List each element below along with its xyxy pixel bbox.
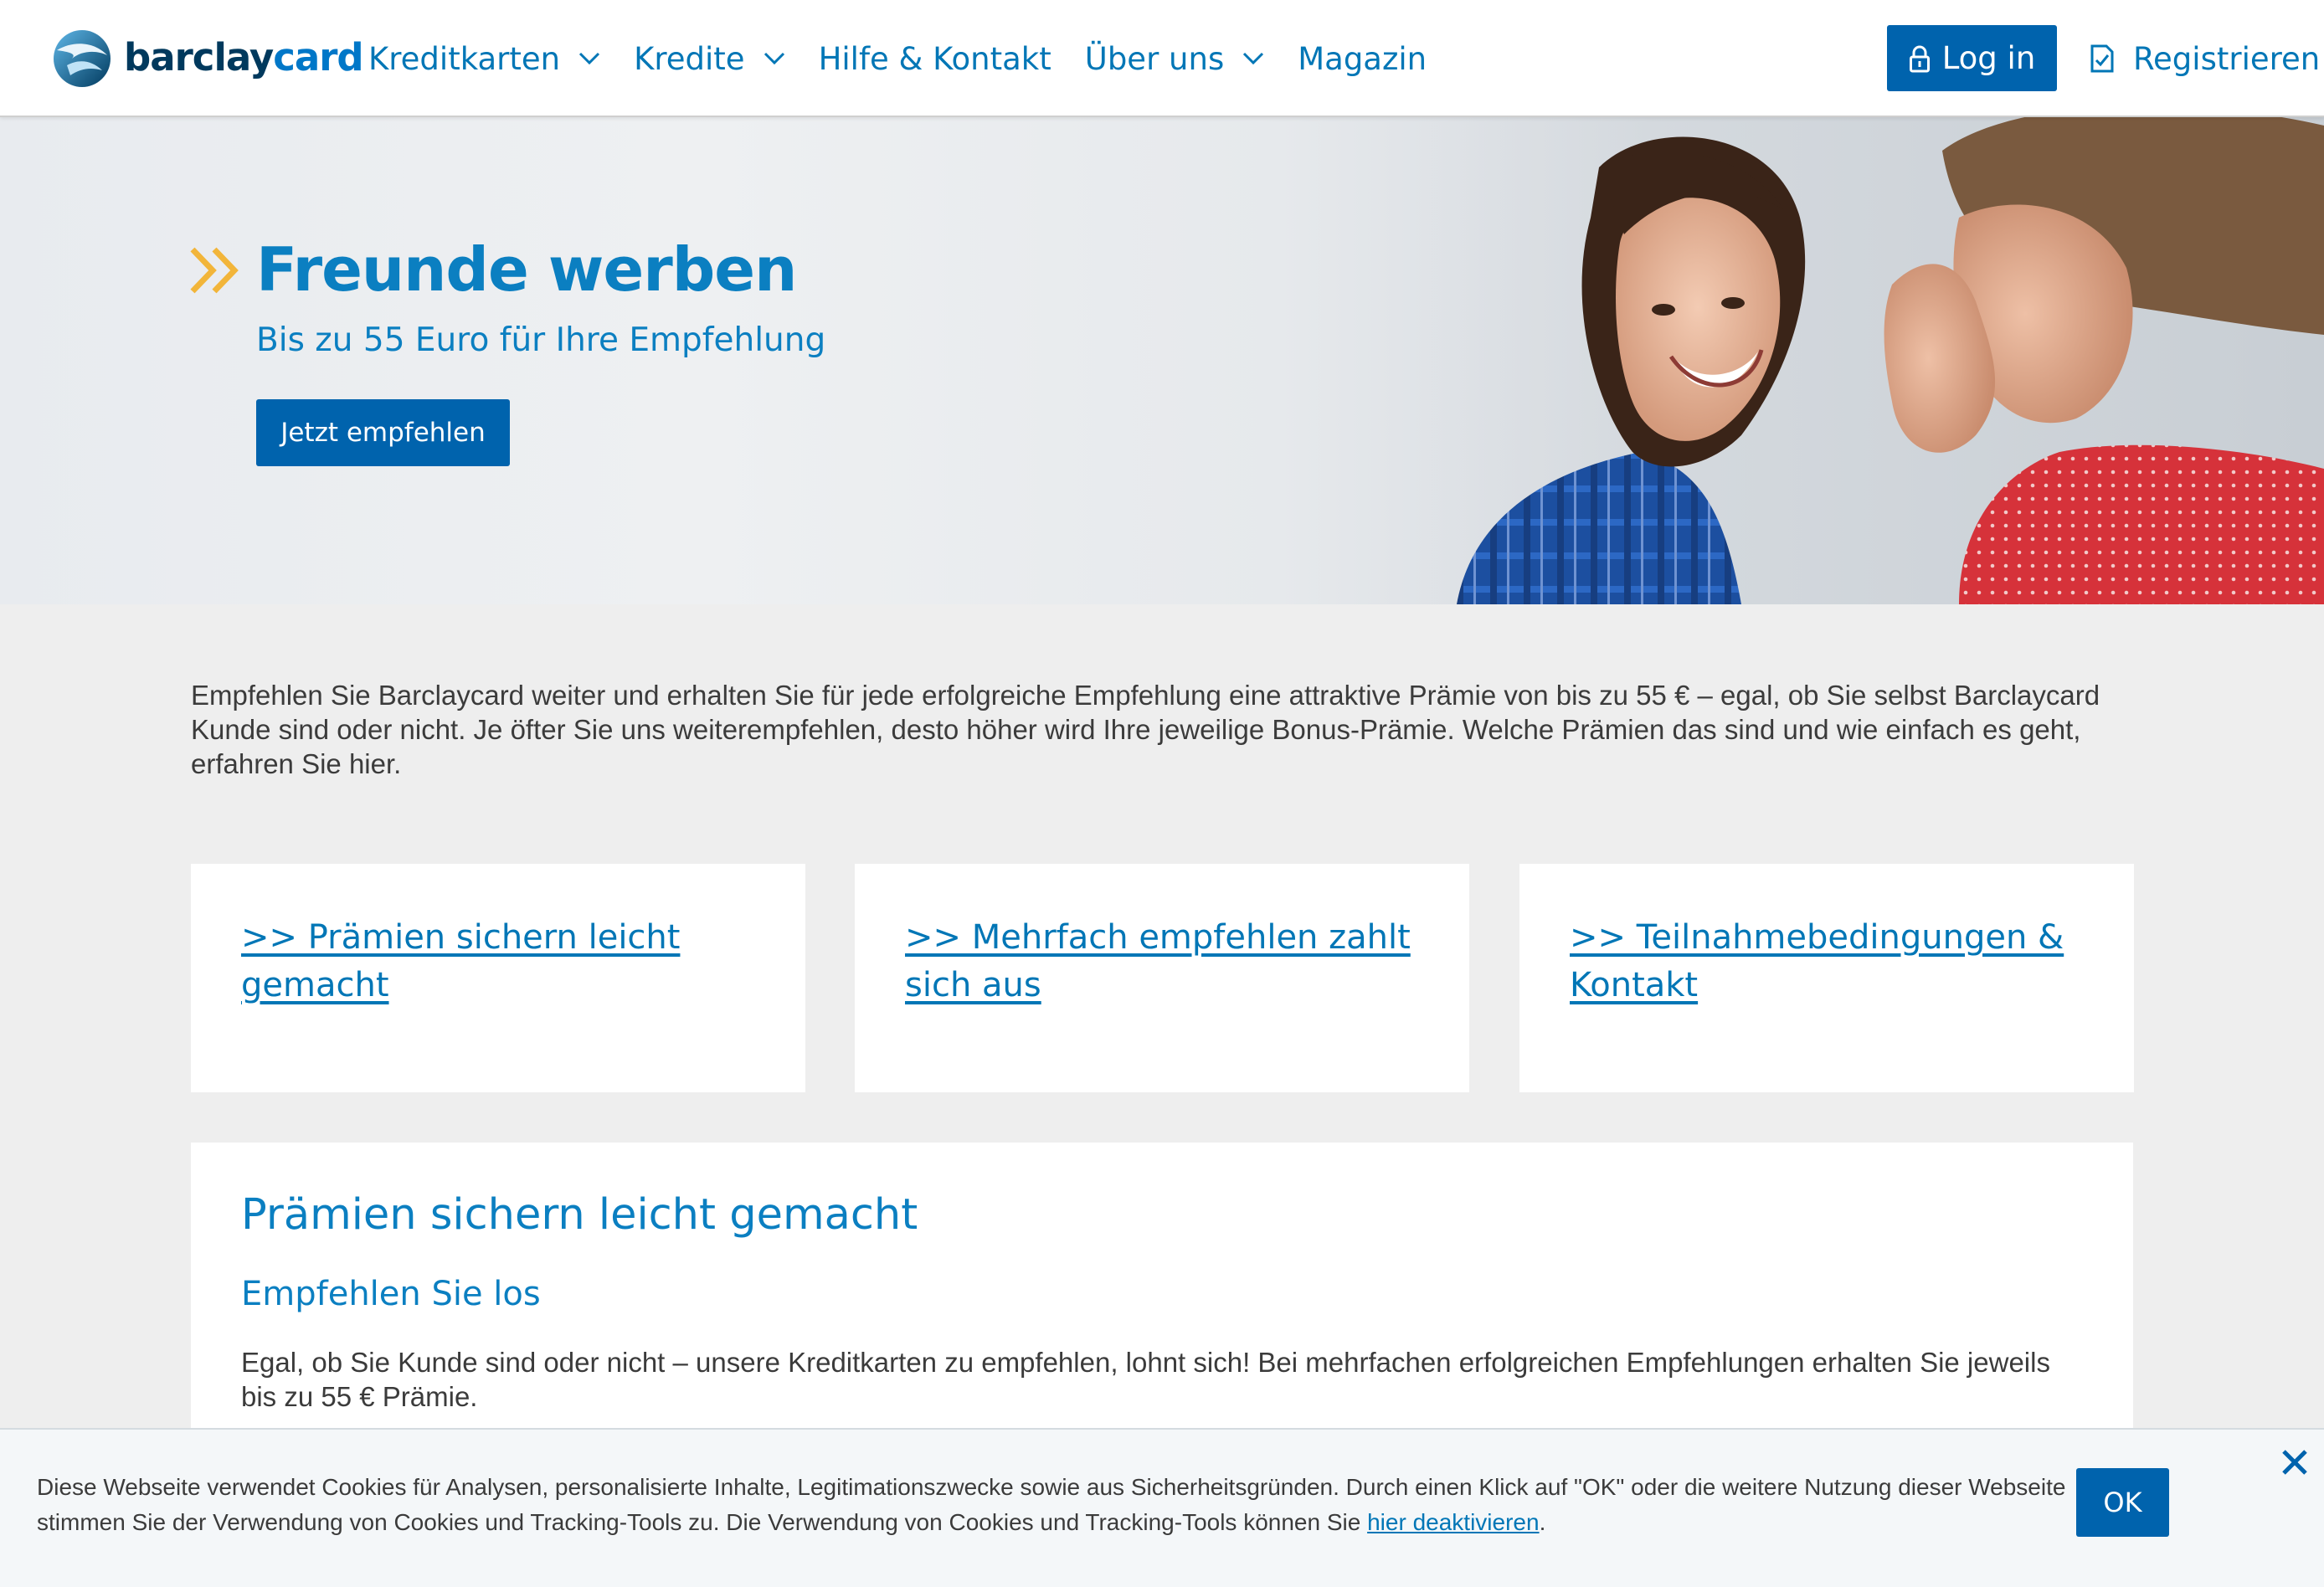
link-card-teilnahme: >> Teilnahmebedingungen & Kontakt (1519, 864, 2134, 1092)
login-button-label: Log in (1941, 40, 2036, 76)
logo-wordmark: barclaycard (124, 34, 364, 80)
main-nav: Kreditkarten Kredite Hilfe & Kontakt Übe… (368, 33, 1460, 84)
hero-banner: Freunde werben Bis zu 55 Euro für Ihre E… (0, 117, 2324, 604)
mehrfach-empfehlen-link[interactable]: >> Mehrfach empfehlen zahlt sich aus (905, 918, 1411, 1004)
section-title: Prämien sichern leicht gemacht (241, 1190, 918, 1240)
close-icon[interactable] (2280, 1448, 2309, 1477)
login-button[interactable]: Log in (1887, 25, 2057, 91)
teilnahmebedingungen-link[interactable]: >> Teilnahmebedingungen & Kontakt (1570, 918, 2064, 1004)
double-chevron-right-icon (190, 247, 239, 294)
cookie-deactivate-link[interactable]: hier deaktivieren (1367, 1509, 1539, 1535)
cookie-ok-button[interactable]: OK (2076, 1468, 2169, 1537)
nav-item-label: Magazin (1298, 40, 1427, 77)
register-label: Registrieren (2133, 40, 2321, 77)
cookie-banner: Diese Webseite verwendet Cookies für Ana… (0, 1428, 2324, 1587)
hero-subtitle: Bis zu 55 Euro für Ihre Empfehlung (256, 321, 826, 359)
praemien-sichern-link[interactable]: >> Prämien sichern leicht gemacht (241, 918, 680, 1004)
site-header: barclaycard Kreditkarten Kredite Hilfe &… (0, 0, 2324, 117)
hero-photo (1423, 117, 2324, 604)
nav-item-hilfe-kontakt[interactable]: Hilfe & Kontakt (819, 41, 1051, 77)
document-check-icon (2090, 44, 2114, 73)
lock-icon (1909, 45, 1930, 72)
nav-item-label: Kredite (634, 40, 745, 77)
logo-word-part1: barclay (124, 34, 274, 80)
cookie-text-end: . (1539, 1509, 1546, 1535)
register-link[interactable]: Registrieren (2090, 35, 2320, 82)
link-card-mehrfach: >> Mehrfach empfehlen zahlt sich aus (855, 864, 1469, 1092)
logo-word-part2: card (273, 34, 363, 80)
nav-item-ueber-uns[interactable]: Über uns (1085, 41, 1264, 77)
section-subtitle: Empfehlen Sie los (241, 1275, 541, 1313)
hero-title: Freunde werben (256, 234, 797, 305)
section-text: Egal, ob Sie Kunde sind oder nicht – uns… (241, 1347, 2050, 1412)
nav-item-label: Über uns (1084, 40, 1225, 77)
nav-item-kreditkarten[interactable]: Kreditkarten (368, 41, 600, 77)
chevron-down-icon (579, 52, 600, 65)
cookie-text: Diese Webseite verwendet Cookies für Ana… (37, 1470, 2080, 1540)
intro-text: Empfehlen Sie Barclaycard weiter und erh… (191, 680, 2100, 779)
chevron-down-icon (764, 52, 784, 65)
nav-item-label: Kreditkarten (368, 40, 561, 77)
nav-item-label: Hilfe & Kontakt (818, 40, 1051, 77)
nav-item-magazin[interactable]: Magazin (1298, 41, 1427, 77)
barclaycard-logo[interactable]: barclaycard (49, 25, 364, 89)
cookie-text-main: Diese Webseite verwendet Cookies für Ana… (37, 1474, 2066, 1535)
link-card-praemien: >> Prämien sichern leicht gemacht (191, 864, 805, 1092)
jetzt-empfehlen-button[interactable]: Jetzt empfehlen (256, 399, 510, 466)
nav-item-kredite[interactable]: Kredite (634, 41, 784, 77)
eagle-logo-icon (54, 30, 111, 87)
chevron-down-icon (1243, 52, 1264, 65)
